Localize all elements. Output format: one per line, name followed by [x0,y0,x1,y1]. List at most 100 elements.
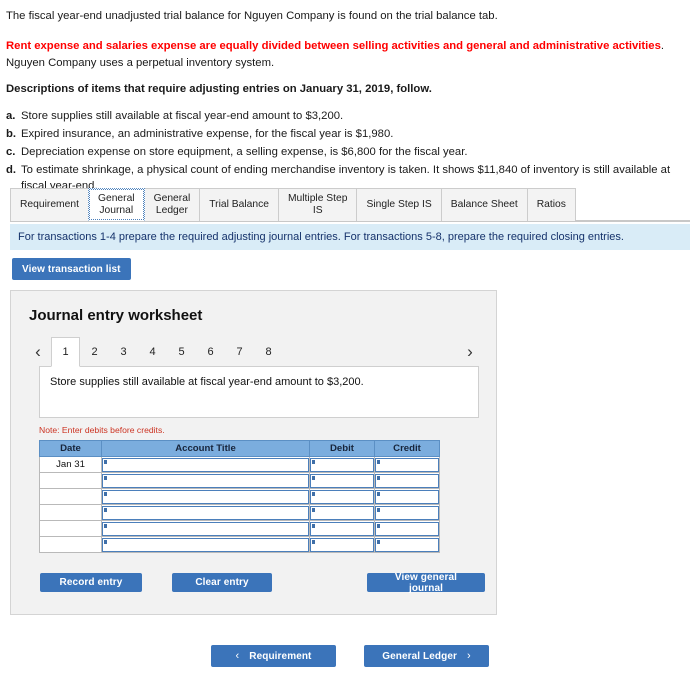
column-header-credit: Credit [374,440,440,457]
journal-entry-worksheet-panel: Journal entry worksheet ‹ 1 2 3 4 5 6 7 … [10,290,497,615]
list-item: c. Depreciation expense on store equipme… [6,144,694,160]
cell-date [39,536,102,553]
debit-input[interactable] [310,457,374,472]
cell-date [39,488,102,505]
chevron-right-icon: › [467,650,471,662]
intro-lead: The fiscal year-end unadjusted trial bal… [6,10,498,22]
tab-requirement[interactable]: Requirement [10,188,89,221]
cell-debit[interactable] [309,504,375,521]
tab-balance-sheet[interactable]: Balance Sheet [440,188,528,221]
next-general-ledger-button[interactable]: General Ledger › [364,645,489,667]
workbook-tabs: Requirement General Journal General Ledg… [10,188,690,222]
footer-navigation: ‹ Requirement General Ledger › [0,645,700,667]
cell-credit[interactable] [374,472,440,489]
cell-credit[interactable] [374,488,440,505]
account-title-input[interactable] [102,473,309,488]
debit-input[interactable] [310,473,374,488]
credit-input[interactable] [375,537,439,552]
column-header-account-title: Account Title [101,440,310,457]
debit-input[interactable] [310,489,374,504]
descriptions-heading: Descriptions of items that require adjus… [6,83,432,96]
tab-trial-balance[interactable]: Trial Balance [199,188,279,221]
list-item-text: Store supplies still available at fiscal… [21,109,344,122]
credit-input[interactable] [375,489,439,504]
column-header-debit: Debit [309,440,375,457]
cell-account-title[interactable] [101,504,310,521]
tab-label: Single Step IS [366,199,432,211]
table-header-row: Date Account Title Debit Credit [39,440,440,457]
cell-account-title[interactable] [101,520,310,537]
debits-before-credits-note: Note: Enter debits before credits. [39,425,165,435]
cell-debit[interactable] [309,520,375,537]
cell-credit[interactable] [374,456,440,473]
cell-account-title[interactable] [101,536,310,553]
intro-highlight-paragraph: Rent expense and salaries expense are eq… [6,38,694,71]
tab-general-journal[interactable]: General Journal [87,188,145,221]
worksheet-pagination: ‹ 1 2 3 4 5 6 7 8 › [25,336,483,367]
credit-input[interactable] [375,521,439,536]
adjusting-entry-items: a. Store supplies still available at fis… [6,108,694,194]
list-item-text: Depreciation expense on store equipment,… [21,145,468,158]
chevron-left-icon: ‹ [235,650,240,662]
list-item-marker: b. [6,127,17,140]
account-title-input[interactable] [102,505,309,520]
tab-ratios[interactable]: Ratios [526,188,576,221]
account-title-input[interactable] [102,521,309,536]
prev-requirement-label: Requirement [249,650,312,662]
view-general-journal-button[interactable]: View general journal [367,572,485,594]
tab-label: General Journal [97,192,135,216]
cell-debit[interactable] [309,456,375,473]
cell-credit[interactable] [374,536,440,553]
list-item-text: Expired insurance, an administrative exp… [21,127,394,140]
cell-credit[interactable] [374,504,440,521]
tab-label: Balance Sheet [450,199,518,211]
column-header-date: Date [39,440,102,457]
cell-debit[interactable] [309,536,375,553]
account-title-input[interactable] [102,537,309,552]
table-row [39,504,440,521]
credit-input[interactable] [375,473,439,488]
record-entry-button[interactable]: Record entry [40,573,142,592]
journal-entry-table: Date Account Title Debit Credit Jan 31 [39,440,440,553]
cell-debit[interactable] [309,488,375,505]
clear-entry-button[interactable]: Clear entry [172,573,272,592]
table-row [39,472,440,489]
cell-account-title[interactable] [101,456,310,473]
worksheet-page-4[interactable]: 4 [138,338,167,366]
account-title-input[interactable] [102,457,309,472]
worksheet-page-2[interactable]: 2 [80,338,109,366]
view-transaction-list-button[interactable]: View transaction list [12,258,131,280]
credit-input[interactable] [375,505,439,520]
worksheet-page-3[interactable]: 3 [109,338,138,366]
worksheet-page-8[interactable]: 8 [254,338,283,366]
chevron-right-icon[interactable]: › [457,338,483,366]
chevron-left-icon[interactable]: ‹ [25,338,51,366]
table-row: Jan 31 [39,456,440,473]
cell-credit[interactable] [374,520,440,537]
tab-multiple-step-is[interactable]: Multiple Step IS [277,188,358,221]
cell-date [39,504,102,521]
page-root: The fiscal year-end unadjusted trial bal… [0,0,700,690]
credit-input[interactable] [375,457,439,472]
problem-statement: The fiscal year-end unadjusted trial bal… [0,0,700,194]
cell-account-title[interactable] [101,488,310,505]
table-row [39,488,440,505]
cell-account-title[interactable] [101,472,310,489]
intro-red-highlight: Rent expense and salaries expense are eq… [6,40,661,53]
debit-input[interactable] [310,537,374,552]
next-general-ledger-label: General Ledger [382,650,457,662]
prev-requirement-button[interactable]: ‹ Requirement [211,645,336,667]
worksheet-page-6[interactable]: 6 [196,338,225,366]
debit-input[interactable] [310,521,374,536]
worksheet-page-1[interactable]: 1 [51,337,80,367]
account-title-input[interactable] [102,489,309,504]
cell-debit[interactable] [309,472,375,489]
worksheet-page-7[interactable]: 7 [225,338,254,366]
worksheet-page-5[interactable]: 5 [167,338,196,366]
tab-general-ledger[interactable]: General Ledger [143,188,201,221]
tab-single-step-is[interactable]: Single Step IS [356,188,442,221]
worksheet-description: Store supplies still available at fiscal… [39,366,479,418]
list-item-marker: d. [6,163,17,176]
debit-input[interactable] [310,505,374,520]
tab-label: Trial Balance [209,199,269,211]
